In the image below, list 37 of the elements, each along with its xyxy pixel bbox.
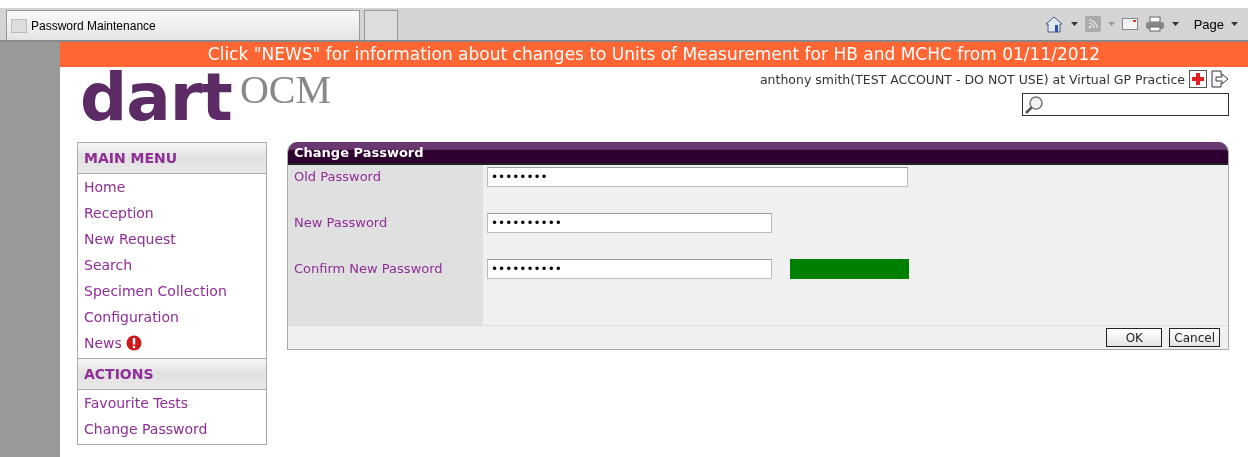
menu-item[interactable]: Configuration bbox=[84, 309, 179, 325]
plus-icon[interactable] bbox=[1189, 70, 1207, 88]
field-label: New Password bbox=[294, 215, 388, 230]
menu-item[interactable]: Favourite Tests bbox=[84, 395, 189, 411]
mail-icon[interactable] bbox=[1121, 18, 1138, 30]
printer-icon[interactable] bbox=[1144, 16, 1165, 32]
password-field[interactable]: •••••••• bbox=[487, 167, 908, 187]
menu-item[interactable]: Home bbox=[84, 179, 126, 195]
menu-item[interactable]: News bbox=[84, 335, 122, 351]
ok-button[interactable]: OK bbox=[1106, 328, 1163, 347]
page-menu[interactable]: Page bbox=[1193, 16, 1224, 32]
site-icon bbox=[11, 18, 27, 33]
caret-icon[interactable] bbox=[1171, 21, 1179, 27]
tab-title: Password Maintenance bbox=[31, 18, 156, 33]
search-icon bbox=[1024, 94, 1044, 115]
field-label: Confirm New Password bbox=[294, 261, 443, 276]
product-name: OCM bbox=[239, 67, 332, 113]
password-field[interactable]: •••••••••• bbox=[487, 259, 772, 279]
menu-item[interactable]: Change Password bbox=[84, 421, 208, 437]
field-label: Old Password bbox=[294, 169, 381, 184]
panel-title: Change Password bbox=[288, 142, 1228, 165]
caret-icon[interactable] bbox=[1231, 21, 1238, 27]
logo-text: dart bbox=[80, 67, 232, 129]
password-field[interactable]: •••••••••• bbox=[487, 213, 772, 233]
menu-heading: ACTIONS bbox=[78, 359, 266, 390]
exit-icon[interactable] bbox=[1211, 70, 1229, 88]
cancel-button[interactable]: Cancel bbox=[1169, 328, 1220, 347]
menu-item[interactable]: Reception bbox=[84, 205, 154, 221]
user-info: anthony smith(TEST ACCOUNT - DO NOT USE) at Virtual GP Practice bbox=[759, 71, 1185, 87]
browser-tab[interactable]: Password Maintenance bbox=[6, 10, 360, 40]
caret-icon[interactable] bbox=[1070, 21, 1078, 27]
menu-item[interactable]: New Request bbox=[84, 231, 176, 247]
menu-heading: MAIN MENU bbox=[78, 143, 266, 174]
menu-item[interactable]: Specimen Collection bbox=[84, 283, 227, 299]
search-field[interactable] bbox=[1022, 93, 1229, 116]
home-icon[interactable] bbox=[1043, 15, 1064, 33]
menu-item[interactable]: Search bbox=[84, 257, 133, 273]
